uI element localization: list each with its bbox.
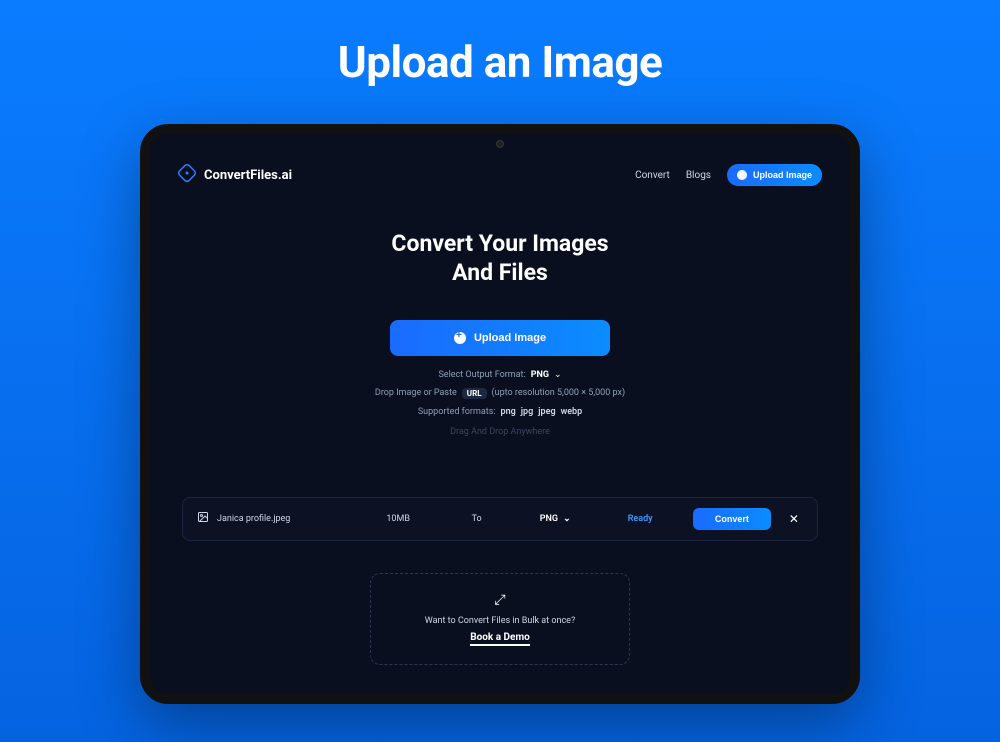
nav-blogs[interactable]: Blogs	[686, 170, 711, 181]
logo-icon	[178, 164, 196, 186]
brand-name: ConvertFiles.ai	[204, 168, 292, 183]
fmt-1: jpg	[521, 407, 533, 417]
upload-image-button-main[interactable]: Upload Image	[390, 320, 610, 356]
chevron-down-icon: ⌄	[563, 514, 571, 524]
brand[interactable]: ConvertFiles.ai	[178, 164, 292, 186]
app-header: ConvertFiles.ai Convert Blogs Upload Ima…	[160, 154, 840, 196]
tablet-frame: ConvertFiles.ai Convert Blogs Upload Ima…	[140, 124, 860, 704]
drop-suffix: (upto resolution 5,000 × 5,000 px)	[492, 388, 626, 398]
image-file-icon	[197, 511, 209, 526]
chevron-down-icon: ⌄	[554, 370, 562, 380]
fmt-0: png	[501, 407, 516, 417]
target-format-select[interactable]: PNG ⌄	[523, 514, 588, 524]
convert-button[interactable]: Convert	[693, 508, 771, 530]
fmt-3: webp	[561, 407, 583, 417]
app-screen: ConvertFiles.ai Convert Blogs Upload Ima…	[160, 154, 840, 694]
select-format-label: Select Output Format:	[438, 370, 525, 380]
file-name: Janica profile.jpeg	[217, 514, 290, 524]
fmt-2: jpeg	[538, 407, 555, 417]
hero-line1: Convert Your Images	[391, 230, 608, 257]
drop-prefix: Drop Image or Paste	[375, 388, 457, 398]
select-format-row[interactable]: Select Output Format: PNG ⌄	[438, 370, 561, 380]
demo-question: Want to Convert Files in Bulk at once?	[383, 616, 617, 626]
camera-dot	[496, 140, 504, 148]
url-pill[interactable]: URL	[462, 388, 487, 399]
upload-image-button-header[interactable]: Upload Image	[727, 164, 822, 186]
hero-line2: And Files	[452, 259, 548, 286]
plus-circle-icon	[737, 170, 747, 180]
drop-url-row: Drop Image or Paste URL (upto resolution…	[375, 388, 625, 399]
info-rows: Select Output Format: PNG ⌄ Drop Image o…	[160, 370, 840, 437]
supported-label: Supported formats:	[418, 407, 496, 417]
to-label: To	[444, 514, 509, 524]
file-status: Ready	[601, 514, 678, 524]
hero: Convert Your Images And Files Upload Ima…	[160, 230, 840, 437]
upload-image-label-header: Upload Image	[753, 170, 812, 180]
plus-circle-icon	[454, 332, 466, 344]
supported-formats-row: Supported formats: png jpg jpeg webp	[418, 407, 582, 417]
drag-drop-hint: Drag And Drop Anywhere	[450, 427, 550, 437]
selected-format: PNG	[531, 370, 549, 380]
nav: Convert Blogs Upload Image	[635, 164, 822, 186]
book-demo-link[interactable]: Book a Demo	[470, 632, 530, 646]
nav-convert[interactable]: Convert	[635, 170, 670, 181]
close-icon[interactable]: ✕	[785, 512, 803, 526]
file-size: 10MB	[366, 514, 431, 524]
file-info: Janica profile.jpeg	[197, 511, 352, 526]
target-format-value: PNG	[540, 514, 558, 524]
bulk-demo-box: ⤢ Want to Convert Files in Bulk at once?…	[370, 573, 630, 665]
page-title: Upload an Image	[338, 36, 663, 88]
expand-icon: ⤢	[383, 592, 617, 608]
file-row: Janica profile.jpeg 10MB To PNG ⌄ Ready …	[182, 497, 818, 541]
hero-heading: Convert Your Images And Files	[160, 230, 840, 288]
upload-image-label-main: Upload Image	[474, 332, 546, 344]
